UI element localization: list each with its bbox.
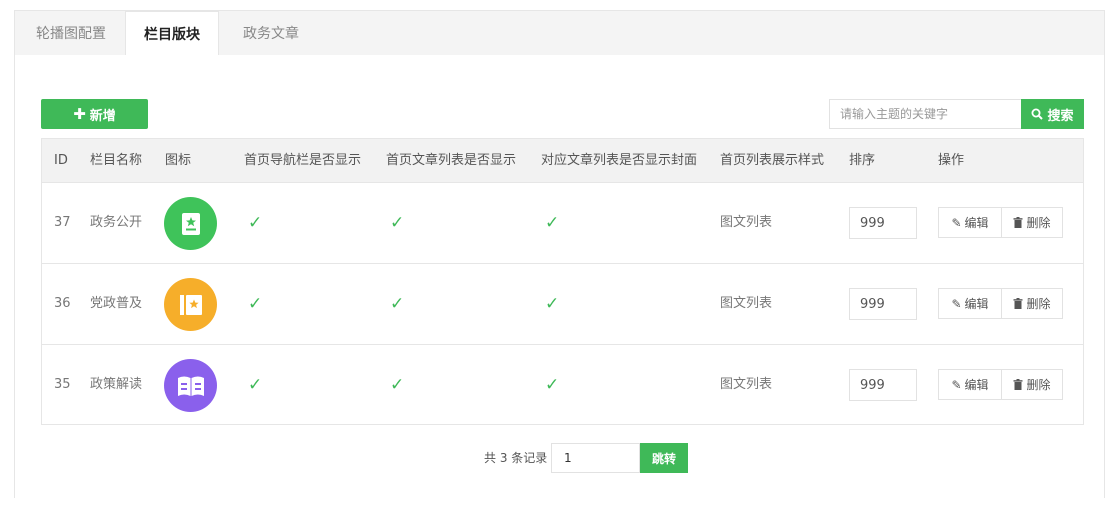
trash-icon	[1013, 298, 1023, 309]
delete-button-label: 删除	[1026, 378, 1051, 392]
header-actions: 操作	[938, 153, 965, 168]
page-number-input[interactable]	[551, 443, 640, 473]
header-sort: 排序	[849, 153, 876, 168]
table-row: 36 党政普及 ✓ ✓ ✓ 图文列表 ✎ 编辑	[42, 264, 1083, 345]
row-id: 36	[54, 296, 71, 311]
open-book-icon	[164, 359, 217, 412]
tab-content: ✚ 新增 搜索 ID 栏目名称 图标 首页导航栏是否显示 首页文章列表是否显示 …	[15, 55, 1104, 499]
table-header: ID 栏目名称 图标 首页导航栏是否显示 首页文章列表是否显示 对应文章列表是否…	[42, 139, 1083, 183]
check-icon: ✓	[545, 213, 560, 233]
edit-button-label: 编辑	[964, 378, 989, 392]
tab-carousel-config[interactable]: 轮播图配置	[23, 11, 119, 55]
row-list-style: 图文列表	[720, 296, 773, 311]
delete-button-label: 删除	[1026, 216, 1051, 230]
edit-button[interactable]: ✎ 编辑	[938, 288, 1002, 319]
check-icon: ✓	[390, 294, 405, 314]
delete-button-label: 删除	[1026, 297, 1051, 311]
search-button[interactable]: 搜索	[1021, 99, 1084, 129]
sort-input[interactable]	[849, 288, 917, 320]
check-icon: ✓	[248, 294, 263, 314]
tab-gov-articles[interactable]: 政务文章	[223, 11, 319, 55]
row-id: 37	[54, 215, 71, 230]
check-icon: ✓	[545, 375, 560, 395]
row-id: 35	[54, 377, 71, 392]
table-row: 37 政务公开 ✓ ✓ ✓ 图文列表 ✎ 编辑	[42, 183, 1083, 264]
header-icon: 图标	[165, 153, 192, 168]
row-list-style: 图文列表	[720, 377, 773, 392]
header-list-show: 首页文章列表是否显示	[386, 153, 517, 168]
delete-button[interactable]: 删除	[1001, 369, 1063, 400]
row-list-style: 图文列表	[720, 215, 773, 230]
pagination: 共 3 条记录 跳转	[15, 443, 1104, 473]
edit-icon: ✎	[951, 377, 962, 392]
jump-button[interactable]: 跳转	[640, 443, 688, 473]
sort-input[interactable]	[849, 207, 917, 239]
table-row: 35 政策解读 ✓ ✓ ✓ 图文列表 999 ✎ 编辑 删除	[42, 345, 1083, 426]
add-button-label: 新增	[89, 108, 116, 124]
row-name: 政策解读	[90, 377, 143, 392]
delete-button[interactable]: 删除	[1001, 207, 1063, 238]
edit-button[interactable]: ✎ 编辑	[938, 369, 1002, 400]
header-list-style: 首页列表展示样式	[720, 153, 825, 168]
check-icon: ✓	[545, 294, 560, 314]
check-icon: ✓	[248, 213, 263, 233]
column-table: ID 栏目名称 图标 首页导航栏是否显示 首页文章列表是否显示 对应文章列表是否…	[41, 138, 1084, 425]
search-input[interactable]	[829, 99, 1021, 129]
search-button-label: 搜索	[1047, 108, 1074, 124]
main-panel: 轮播图配置 栏目版块 政务文章 ✚ 新增 搜索 ID 栏目名称 图标 首页导航栏…	[14, 10, 1105, 499]
edit-button-label: 编辑	[964, 297, 989, 311]
row-name: 政务公开	[90, 215, 143, 230]
sort-input[interactable]	[849, 369, 917, 401]
row-name: 党政普及	[90, 296, 143, 311]
book-star-icon	[164, 278, 217, 331]
add-button[interactable]: ✚ 新增	[41, 99, 148, 129]
delete-button[interactable]: 删除	[1001, 288, 1063, 319]
record-count: 共 3 条记录	[484, 451, 548, 465]
trash-icon	[1013, 379, 1023, 390]
trash-icon	[1013, 217, 1023, 228]
header-id: ID	[54, 153, 68, 168]
plus-icon: ✚	[73, 105, 86, 123]
check-icon: ✓	[390, 213, 405, 233]
tab-bar: 轮播图配置 栏目版块 政务文章	[15, 11, 1104, 56]
check-icon: ✓	[390, 375, 405, 395]
tab-column-section[interactable]: 栏目版块	[125, 11, 219, 56]
header-name: 栏目名称	[90, 153, 143, 168]
edit-button[interactable]: ✎ 编辑	[938, 207, 1002, 238]
header-cover-show: 对应文章列表是否显示封面	[541, 153, 698, 168]
header-nav-show: 首页导航栏是否显示	[244, 153, 362, 168]
search-icon	[1031, 108, 1044, 120]
notepad-star-icon	[164, 197, 217, 250]
edit-icon: ✎	[951, 296, 962, 311]
check-icon: ✓	[248, 375, 263, 395]
edit-button-label: 编辑	[964, 216, 989, 230]
edit-icon: ✎	[951, 215, 962, 230]
